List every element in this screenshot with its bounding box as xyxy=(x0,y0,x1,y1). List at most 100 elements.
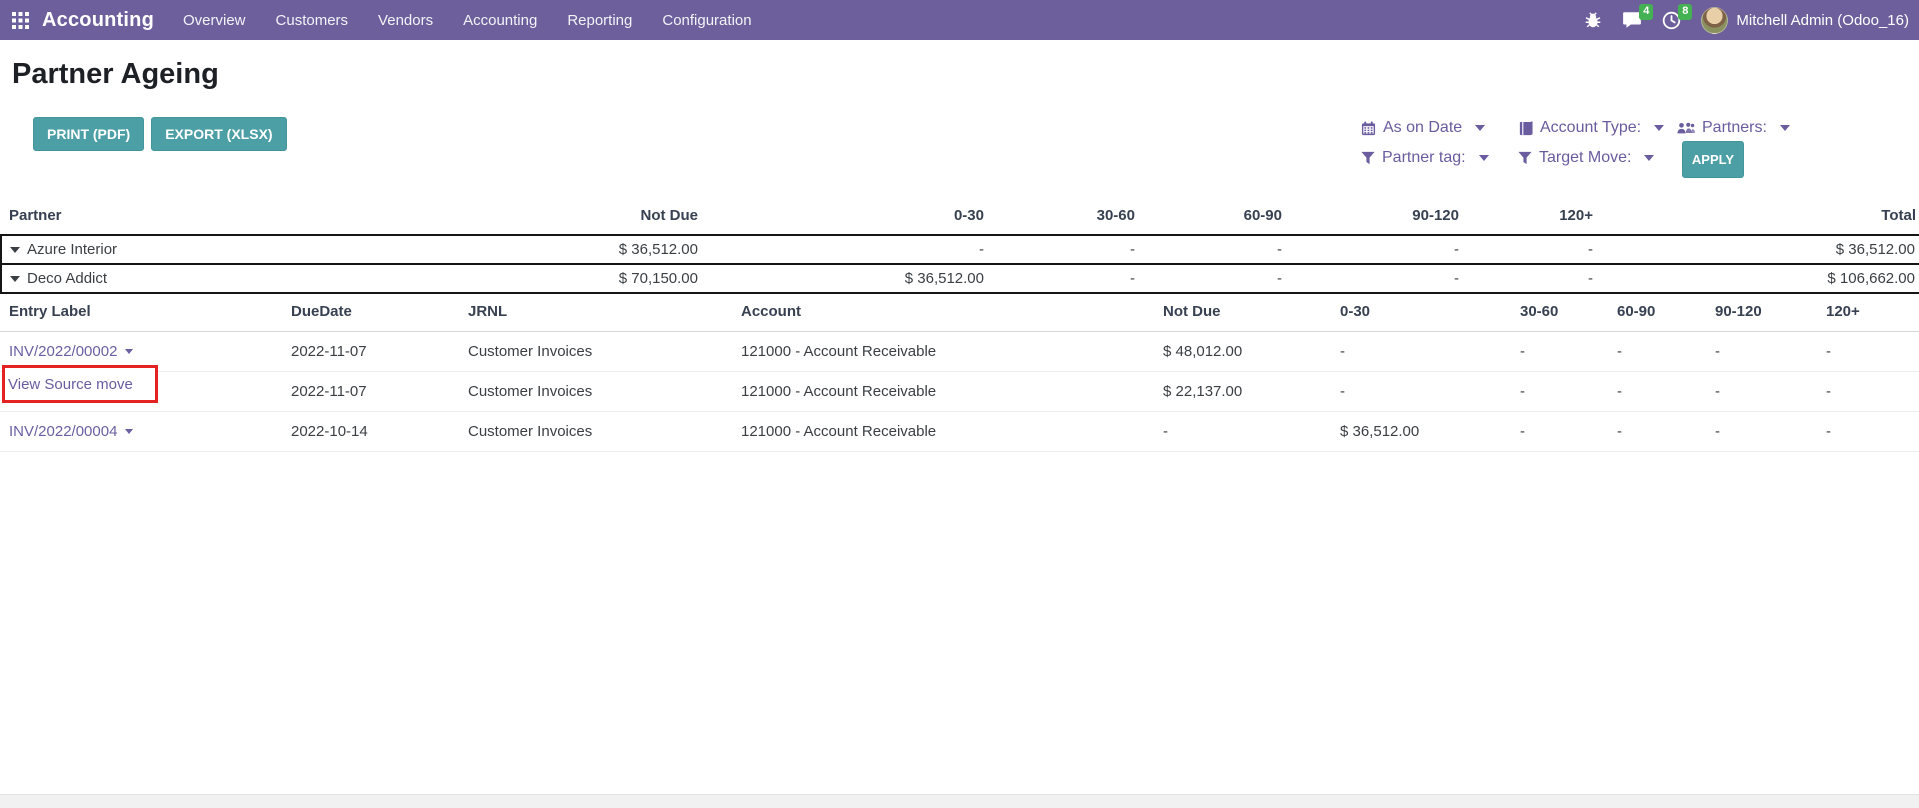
cell-account: 121000 - Account Receivable xyxy=(741,371,1163,411)
cell-not-due: $ 22,137.00 xyxy=(1163,371,1340,411)
activities-count-badge: 8 xyxy=(1678,4,1692,20)
messages-count-badge: 4 xyxy=(1639,4,1653,20)
navbar-left: Accounting Overview Customers Vendors Ac… xyxy=(0,0,767,40)
menu-overview[interactable]: Overview xyxy=(168,0,261,40)
horizontal-scrollbar[interactable] xyxy=(0,794,1919,808)
cell-90-120: - xyxy=(1715,331,1826,371)
partner-ageing-page: Accounting Overview Customers Vendors Ac… xyxy=(0,0,1919,808)
filter-partner-tag-label: Partner tag: xyxy=(1382,149,1466,167)
entry-row-hidden-label: 2022-11-07 Customer Invoices 121000 - Ac… xyxy=(0,371,1919,411)
cell-120-plus: - xyxy=(1826,371,1919,411)
caret-down-icon[interactable] xyxy=(125,429,133,434)
page-title: Partner Ageing xyxy=(12,58,219,91)
caret-down-icon[interactable] xyxy=(125,349,133,354)
cell-jrnl: Customer Invoices xyxy=(468,371,741,411)
partner-ageing-table: Partner Not Due 0-30 30-60 60-90 90-120 … xyxy=(0,195,1919,294)
cell-total: $ 36,512.00 xyxy=(1597,235,1919,264)
filter-row-1: As on Date Account Type: xyxy=(1361,113,1831,143)
cell-0-30: - xyxy=(1340,331,1520,371)
col-jrnl: JRNL xyxy=(468,293,741,331)
apps-grid-icon[interactable] xyxy=(0,0,40,40)
col-90-120: 90-120 xyxy=(1286,195,1463,235)
cell-account: 121000 - Account Receivable xyxy=(741,411,1163,451)
col-30-60: 30-60 xyxy=(988,195,1139,235)
menu-reporting[interactable]: Reporting xyxy=(552,0,647,40)
col-account: Account xyxy=(741,293,1163,331)
user-menu[interactable]: Mitchell Admin (Odoo_16) xyxy=(1701,7,1909,34)
col-0-30: 0-30 xyxy=(1340,293,1520,331)
funnel-filter-icon xyxy=(1518,151,1532,165)
menu-configuration[interactable]: Configuration xyxy=(647,0,766,40)
cell-120-plus: - xyxy=(1463,264,1597,293)
cell-30-60: - xyxy=(1520,331,1617,371)
filter-account-type[interactable]: Account Type: xyxy=(1518,119,1677,137)
col-120-plus: 120+ xyxy=(1826,293,1919,331)
entry-detail-table: Entry Label DueDate JRNL Account Not Due… xyxy=(0,293,1919,452)
caret-down-icon xyxy=(1479,155,1489,161)
bug-glyph xyxy=(1584,11,1602,29)
view-source-move-item[interactable]: View Source move xyxy=(5,376,133,393)
filter-target-move[interactable]: Target Move: xyxy=(1518,149,1677,167)
filter-as-on-date-label: As on Date xyxy=(1383,119,1462,137)
print-pdf-button[interactable]: PRINT (PDF) xyxy=(33,117,144,151)
menu-customers[interactable]: Customers xyxy=(261,0,364,40)
invoice-link[interactable]: INV/2022/00004 xyxy=(9,423,117,440)
cell-due-date: 2022-11-07 xyxy=(291,331,468,371)
filter-partners[interactable]: Partners: xyxy=(1677,119,1790,137)
cell-jrnl: Customer Invoices xyxy=(468,331,741,371)
calendar-icon xyxy=(1361,121,1376,136)
entry-row-inv-2022-00004: INV/2022/00004 2022-10-14 Customer Invoi… xyxy=(0,411,1919,451)
messages-button[interactable]: 4 xyxy=(1622,11,1642,29)
cell-not-due: $ 48,012.00 xyxy=(1163,331,1340,371)
partner-row-deco-addict[interactable]: Deco Addict $ 70,150.00 $ 36,512.00 - - … xyxy=(1,264,1919,293)
filter-as-on-date[interactable]: As on Date xyxy=(1361,119,1518,137)
col-due-date: DueDate xyxy=(291,293,468,331)
col-not-due: Not Due xyxy=(401,195,702,235)
caret-down-icon xyxy=(1644,155,1654,161)
col-entry-label: Entry Label xyxy=(0,293,291,331)
invoice-link[interactable]: INV/2022/00002 xyxy=(9,343,117,360)
partner-name: Azure Interior xyxy=(27,241,117,258)
app-name[interactable]: Accounting xyxy=(40,0,168,40)
cell-0-30: - xyxy=(1340,371,1520,411)
grid-glyph xyxy=(12,12,29,29)
col-120-plus: 120+ xyxy=(1463,195,1597,235)
cell-not-due: $ 70,150.00 xyxy=(401,264,702,293)
debug-bug-icon[interactable] xyxy=(1584,11,1602,29)
col-90-120: 90-120 xyxy=(1715,293,1826,331)
filter-partners-label: Partners: xyxy=(1702,119,1767,137)
caret-down-icon xyxy=(1780,125,1790,131)
cell-total: $ 106,662.00 xyxy=(1597,264,1919,293)
activities-button[interactable]: 8 xyxy=(1662,11,1681,30)
cell-60-90: - xyxy=(1617,331,1715,371)
export-xlsx-button[interactable]: EXPORT (XLSX) xyxy=(151,117,286,151)
menu-accounting[interactable]: Accounting xyxy=(448,0,552,40)
funnel-filter-icon xyxy=(1361,151,1375,165)
filter-row-2: Partner tag: Target Move: xyxy=(1361,143,1831,173)
cell-0-30: $ 36,512.00 xyxy=(1340,411,1520,451)
user-name: Mitchell Admin (Odoo_16) xyxy=(1736,12,1909,29)
cell-due-date: 2022-10-14 xyxy=(291,411,468,451)
entry-table-header: Entry Label DueDate JRNL Account Not Due… xyxy=(0,293,1919,331)
filter-target-move-label: Target Move: xyxy=(1539,149,1631,167)
entry-row-inv-2022-00002: INV/2022/00002 2022-11-07 Customer Invoi… xyxy=(0,331,1919,371)
systray: 4 8 Mitchell Admin (Odoo_16) xyxy=(1584,0,1909,40)
cell-30-60: - xyxy=(1520,411,1617,451)
top-navbar: Accounting Overview Customers Vendors Ac… xyxy=(0,0,1919,40)
cell-90-120: - xyxy=(1715,371,1826,411)
collapse-caret-icon[interactable] xyxy=(10,247,20,253)
partner-row-azure-interior[interactable]: Azure Interior $ 36,512.00 - - - - - $ 3… xyxy=(1,235,1919,264)
col-total: Total xyxy=(1597,195,1919,235)
report-actions: PRINT (PDF) EXPORT (XLSX) xyxy=(33,117,287,151)
filter-partner-tag[interactable]: Partner tag: xyxy=(1361,149,1518,167)
cell-0-30: - xyxy=(702,235,988,264)
apply-button[interactable]: APPLY xyxy=(1682,141,1744,178)
menu-vendors[interactable]: Vendors xyxy=(363,0,448,40)
cell-60-90: - xyxy=(1139,235,1286,264)
cell-120-plus: - xyxy=(1463,235,1597,264)
caret-down-icon xyxy=(1475,125,1485,131)
filter-account-type-label: Account Type: xyxy=(1540,119,1641,137)
collapse-caret-icon[interactable] xyxy=(10,276,20,282)
partner-name: Deco Addict xyxy=(27,270,107,287)
col-partner: Partner xyxy=(1,195,401,235)
